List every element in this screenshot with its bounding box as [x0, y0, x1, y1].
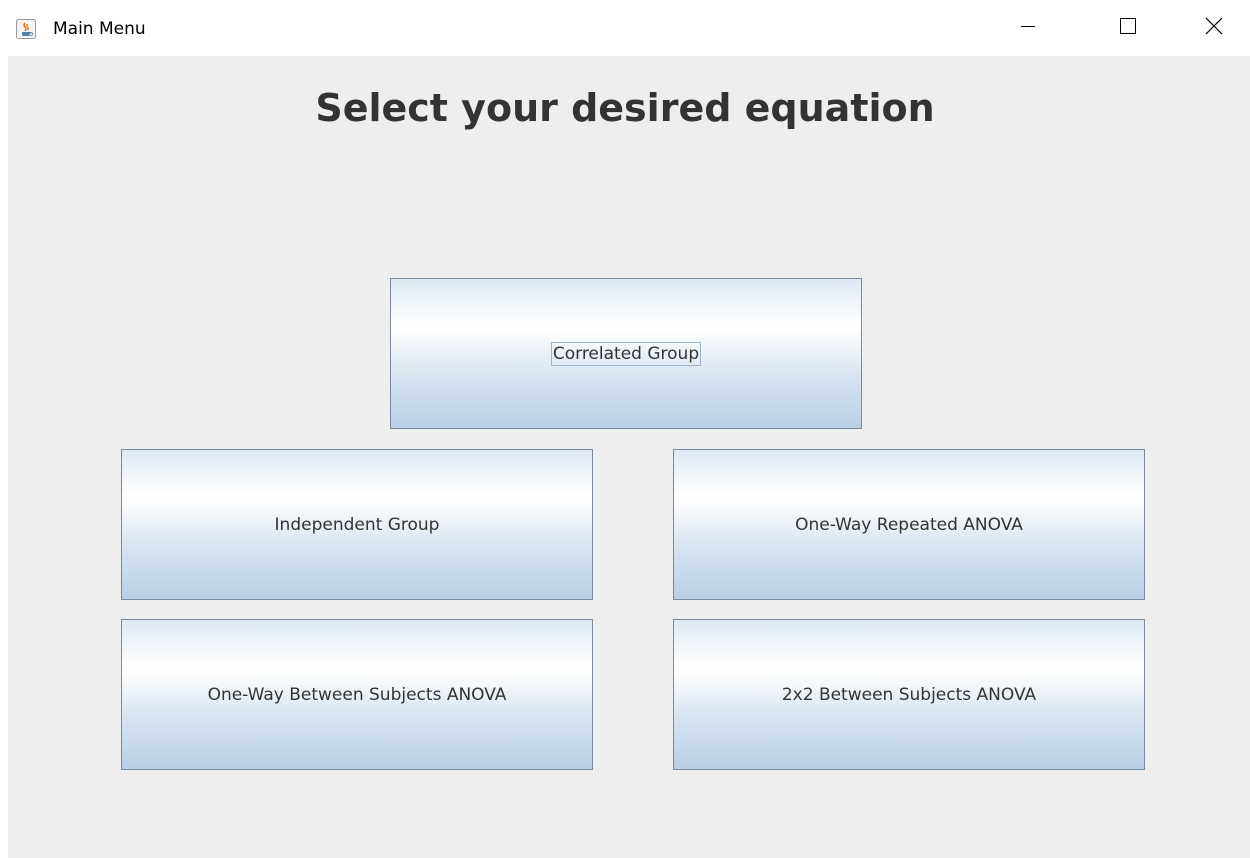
main-window: Main Menu Select your desired equation C…	[0, 0, 1250, 858]
window-title: Main Menu	[53, 19, 146, 39]
java-icon	[16, 19, 36, 39]
one-way-repeated-anova-label: One-Way Repeated ANOVA	[795, 514, 1023, 535]
maximize-icon	[1120, 18, 1136, 38]
correlated-group-button[interactable]: Correlated Group	[390, 278, 862, 429]
close-icon	[1205, 17, 1223, 39]
independent-group-label: Independent Group	[274, 514, 440, 535]
one-way-between-subjects-anova-button[interactable]: One-Way Between Subjects ANOVA	[121, 619, 593, 770]
title-bar[interactable]: Main Menu	[0, 0, 1250, 56]
one-way-between-subjects-anova-label: One-Way Between Subjects ANOVA	[207, 684, 507, 705]
close-button[interactable]	[1186, 0, 1242, 56]
minimize-button[interactable]	[1000, 0, 1056, 56]
2x2-between-subjects-anova-button[interactable]: 2x2 Between Subjects ANOVA	[673, 619, 1145, 770]
2x2-between-subjects-anova-label: 2x2 Between Subjects ANOVA	[781, 684, 1037, 705]
minimize-icon	[1020, 18, 1036, 38]
one-way-repeated-anova-button[interactable]: One-Way Repeated ANOVA	[673, 449, 1145, 600]
maximize-button[interactable]	[1100, 0, 1156, 56]
independent-group-button[interactable]: Independent Group	[121, 449, 593, 600]
correlated-group-label: Correlated Group	[550, 341, 702, 366]
page-title: Select your desired equation	[315, 86, 935, 130]
